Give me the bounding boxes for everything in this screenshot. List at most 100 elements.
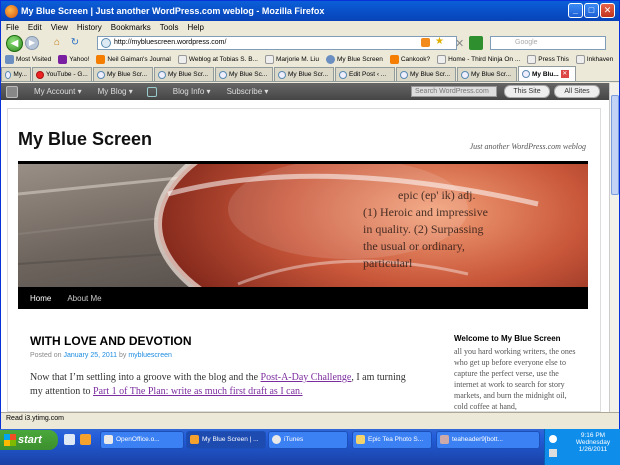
bookmark-item[interactable]: My Blue Screen (325, 54, 383, 64)
wordpress-logo-icon[interactable] (146, 86, 157, 97)
title-bar[interactable]: My Blue Screen | Just another WordPress.… (1, 1, 619, 21)
bookmark-icon (5, 54, 14, 64)
blogger-icon (389, 54, 399, 64)
blog-page: My Blue Screen Just another WordPress.co… (7, 108, 601, 412)
menu-help[interactable]: Help (187, 23, 203, 32)
tab[interactable]: Edit Post ‹ ... (335, 67, 395, 81)
bookmark-item[interactable]: Home - Third Ninja On ... (437, 54, 520, 64)
post-author-link[interactable]: mybluescreen (128, 352, 172, 359)
bookmark-item[interactable]: Press This (527, 54, 569, 64)
wordpress-icon (400, 70, 408, 79)
page-icon (177, 54, 187, 64)
reload-button[interactable]: ↻ (69, 37, 81, 49)
taskbar-item[interactable]: teaheader9[bott... (436, 431, 540, 449)
blog-info-menu[interactable]: Blog Info ▾ (173, 87, 211, 96)
menu-edit[interactable]: Edit (28, 23, 42, 32)
addon-icon[interactable] (469, 36, 483, 50)
page-icon (437, 54, 447, 64)
home-button[interactable]: ⌂ (51, 37, 63, 49)
wordpress-icon (522, 70, 530, 78)
tab[interactable]: My Blue Scr... (396, 67, 456, 81)
tab[interactable]: My Blue Scr... (274, 67, 334, 81)
bookmark-item[interactable]: Yahoo! (58, 54, 89, 64)
back-button[interactable]: ◀ (6, 34, 23, 52)
forward-button[interactable]: ▶ (25, 36, 39, 50)
my-blog-menu[interactable]: My Blog ▾ (98, 87, 133, 96)
user-avatar-icon[interactable] (6, 85, 18, 98)
bookmarks-toolbar: Most Visited Yahoo! Neil Gaiman's Journa… (1, 52, 619, 66)
firefox-icon (190, 435, 199, 444)
tab[interactable]: My... (1, 67, 31, 81)
bookmark-item[interactable]: Most Visited (5, 54, 51, 64)
tab[interactable]: My Blue Scr... (457, 67, 517, 81)
start-button[interactable]: start (0, 430, 58, 450)
tab[interactable]: My Blue Scr... (154, 67, 214, 81)
close-tab-icon[interactable]: ✕ (560, 70, 569, 78)
tab[interactable]: My Blue Scr... (93, 67, 153, 81)
stop-button[interactable]: ✕ (455, 37, 464, 50)
tab[interactable]: My Blue Sc... (215, 67, 273, 81)
post-body: Now that I’m settling into a groove with… (30, 372, 406, 397)
all-sites-button[interactable]: All Sites (554, 85, 600, 98)
bookmark-star-icon[interactable]: ★ (435, 36, 444, 48)
menu-bookmarks[interactable]: Bookmarks (111, 23, 151, 32)
menu-bar: File Edit View History Bookmarks Tools H… (1, 21, 619, 34)
taskbar-item[interactable]: OpenOffice.o... (100, 431, 184, 449)
close-button[interactable]: ✕ (600, 3, 615, 18)
clock[interactable]: 9:16 PM Wednesday 1/26/2011 (567, 432, 619, 453)
page-content: My Account ▾ My Blog ▾ Blog Info ▾ Subsc… (1, 83, 609, 412)
post-meta: Posted on January 25, 2011 by mybluescre… (30, 352, 172, 359)
post-a-day-link[interactable]: Post-A-Day Challenge (261, 372, 352, 383)
bookmark-item[interactable]: Cankook? (389, 54, 430, 64)
menu-file[interactable]: File (6, 23, 19, 32)
wordpress-icon (97, 70, 105, 79)
rss-icon[interactable] (421, 38, 430, 47)
admin-search-input[interactable]: Search WordPress.com (411, 86, 497, 97)
post-title[interactable]: WITH LOVE AND DEVOTION (30, 334, 192, 348)
show-desktop-icon[interactable] (64, 434, 75, 445)
firefox-window: My Blue Screen | Just another WordPress.… (0, 0, 620, 465)
menu-tools[interactable]: Tools (160, 23, 179, 32)
the-plan-link[interactable]: Part 1 of The Plan: write as much first … (93, 386, 302, 397)
nav-about-me[interactable]: About Me (67, 294, 101, 303)
minimize-button[interactable]: _ (568, 3, 583, 18)
this-site-button[interactable]: This Site (504, 85, 550, 98)
menu-history[interactable]: History (77, 23, 102, 32)
widget-text: all you hard working writers, the ones w… (454, 347, 576, 411)
my-account-menu[interactable]: My Account ▾ (34, 87, 82, 96)
clock-day: Wednesday (575, 439, 611, 446)
maximize-button[interactable]: □ (584, 3, 599, 18)
firefox-quicklaunch-icon[interactable] (80, 434, 91, 445)
firefox-icon (5, 4, 18, 18)
network-icon[interactable] (549, 435, 557, 443)
taskbar-item[interactable]: iTunes (268, 431, 348, 449)
windows-taskbar: start OpenOffice.o... My Blue Screen | .… (0, 429, 620, 465)
page-icon (264, 54, 274, 64)
url-bar[interactable]: http://mybluescreen.wordpress.com/ ★ (97, 36, 457, 50)
volume-icon[interactable] (549, 449, 557, 457)
bookmark-item[interactable]: Neil Gaiman's Journal (96, 54, 171, 64)
wordpress-admin-bar: My Account ▾ My Blog ▾ Blog Info ▾ Subsc… (1, 83, 609, 100)
subscribe-menu[interactable]: Subscribe ▾ (227, 87, 269, 96)
tab-active[interactable]: My Blu... ✕ (518, 66, 576, 81)
scrollbar-thumb[interactable] (611, 95, 619, 195)
header-text-line: the usual or ordinary, (363, 239, 465, 253)
windows-logo-icon (4, 434, 16, 446)
bookmark-item[interactable]: Inkhaven (575, 54, 613, 64)
header-text-line: (1) Heroic and impressive (363, 205, 488, 219)
tab[interactable]: YouTube - G... (32, 67, 92, 81)
site-title[interactable]: My Blue Screen (18, 129, 152, 150)
taskbar-item[interactable]: Epic Tea Photo S... (352, 431, 432, 449)
search-input[interactable]: Google (490, 36, 606, 50)
yahoo-icon (58, 54, 68, 64)
nav-home[interactable]: Home (30, 294, 51, 303)
url-text: http://mybluescreen.wordpress.com/ (114, 39, 227, 46)
bookmark-item[interactable]: Marjorie M. Liu (264, 54, 319, 64)
post-date-link[interactable]: January 25, 2011 (63, 352, 117, 359)
bookmark-item[interactable]: Weblog at Tobias S. B... (177, 54, 258, 64)
taskbar-item-active[interactable]: My Blue Screen | ... (186, 431, 266, 449)
vertical-scrollbar[interactable] (609, 83, 619, 412)
clock-date: 1/26/2011 (578, 446, 608, 453)
menu-view[interactable]: View (51, 23, 68, 32)
sidebar-welcome-widget: Welcome to My Blue Screen all you hard w… (454, 334, 582, 412)
